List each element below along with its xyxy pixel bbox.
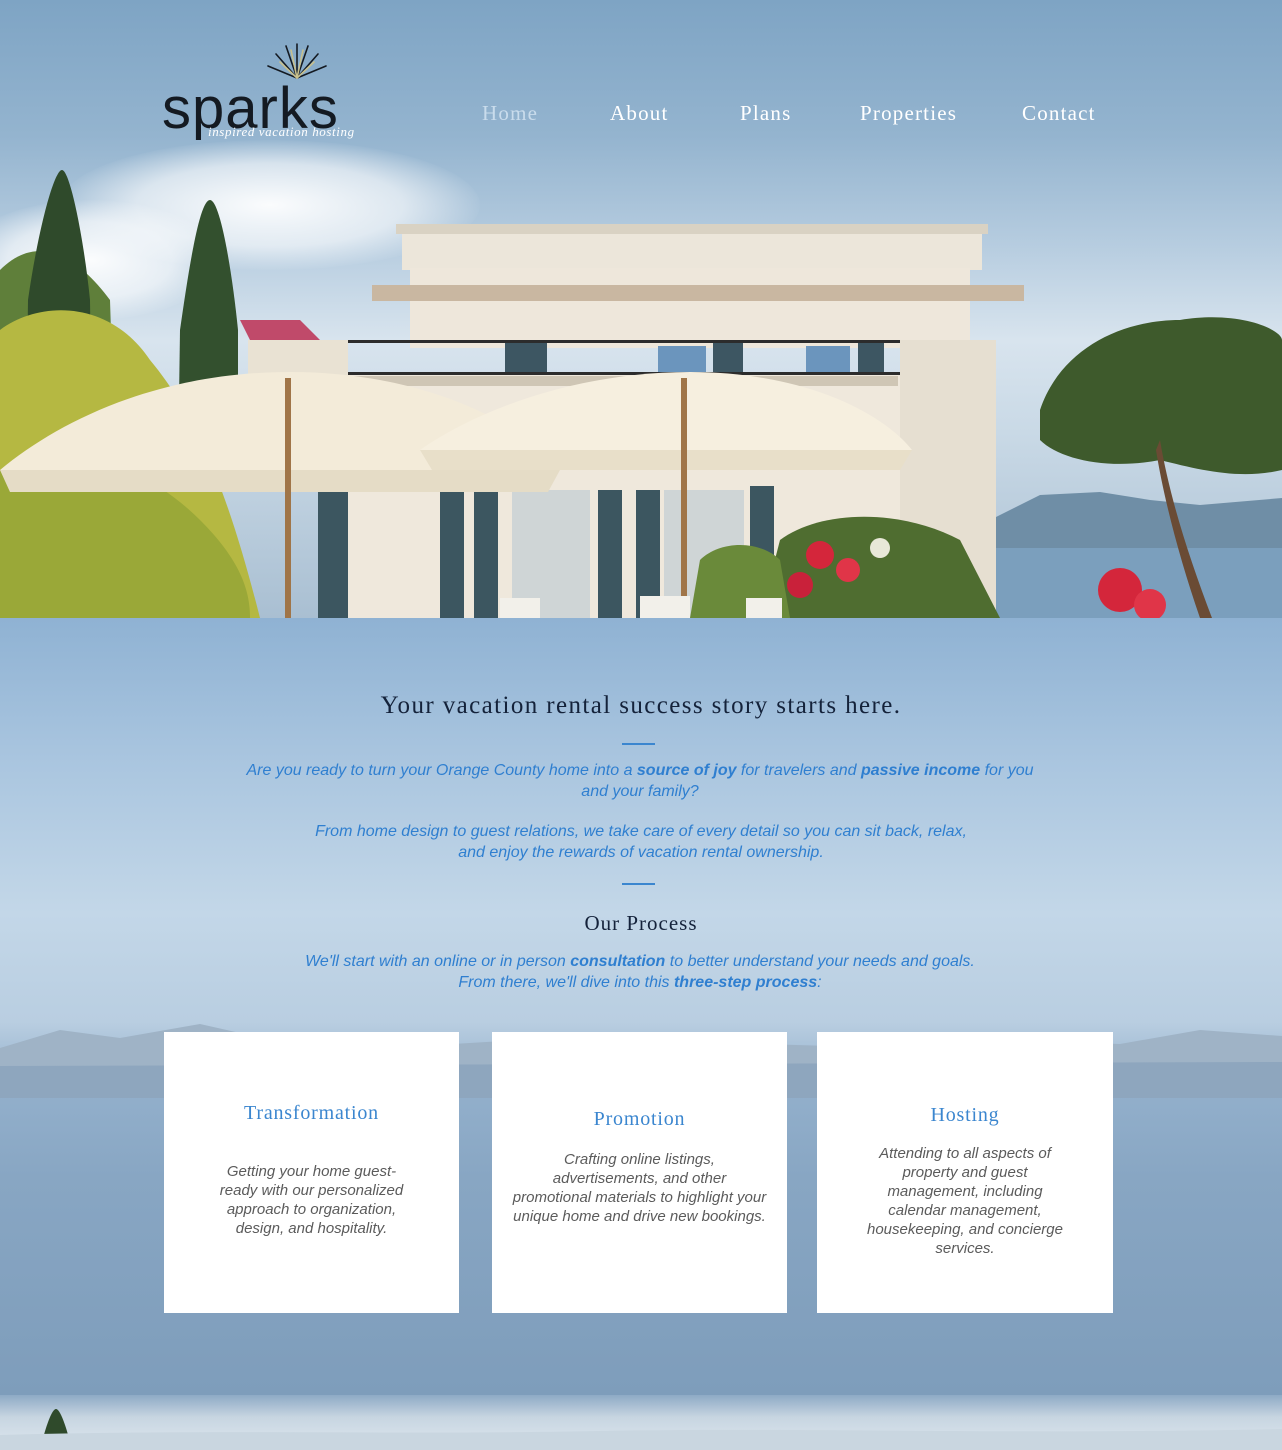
intro-emphasis-income: passive income — [860, 762, 981, 779]
intro-text: Are you ready to turn your Orange County… — [246, 762, 637, 779]
process-text: : — [817, 974, 822, 991]
divider-line — [622, 883, 655, 885]
divider-line — [622, 743, 655, 745]
next-section-preview — [0, 1395, 1282, 1450]
logo-tagline: inspired vacation hosting — [208, 124, 355, 139]
card-text: Getting your home guest-ready with our p… — [219, 1163, 404, 1237]
nav-contact[interactable]: Contact — [1022, 101, 1096, 126]
process-emphasis-steps: three-step process — [673, 974, 818, 991]
intro-paragraph-1: Are you ready to turn your Orange County… — [240, 760, 1040, 802]
hero-banner: sparks inspired vacation hosting Home Ab… — [0, 0, 1282, 618]
main-nav: Home About Plans Properties Contact — [440, 101, 1140, 131]
card-hosting: Hosting Attending to all aspects of prop… — [817, 1032, 1113, 1313]
card-text: Crafting online listings, advertisements… — [512, 1151, 767, 1225]
card-promotion: Promotion Crafting online listings, adve… — [492, 1032, 787, 1313]
card-text: Attending to all aspects of property and… — [867, 1145, 1063, 1257]
process-title: Our Process — [584, 911, 698, 935]
process-intro: We'll start with an online or in person … — [240, 951, 1040, 993]
intro-text: for travelers and — [736, 762, 861, 779]
nav-home[interactable]: Home — [482, 101, 538, 126]
intro-paragraph-2: From home design to guest relations, we … — [315, 823, 967, 861]
process-emphasis-consultation: consultation — [570, 953, 666, 970]
card-title: Promotion — [593, 1108, 686, 1130]
nav-properties[interactable]: Properties — [860, 101, 957, 126]
card-title: Hosting — [930, 1104, 1000, 1126]
brand-logo[interactable]: sparks inspired vacation hosting — [160, 38, 380, 148]
nav-plans[interactable]: Plans — [740, 101, 792, 126]
section-headline: Your vacation rental success story start… — [380, 692, 902, 719]
process-text: to better understand your needs and goal… — [665, 953, 975, 970]
card-title: Transformation — [244, 1102, 379, 1124]
process-text: We'll start with an online or in person — [305, 953, 571, 970]
card-transformation: Transformation Getting your home guest-r… — [164, 1032, 459, 1313]
process-section: Your vacation rental success story start… — [0, 618, 1282, 1395]
process-text: From there, we'll dive into this — [458, 974, 674, 991]
next-section-image — [0, 1409, 1282, 1450]
intro-emphasis-joy: source of joy — [636, 762, 737, 779]
nav-about[interactable]: About — [610, 101, 669, 126]
